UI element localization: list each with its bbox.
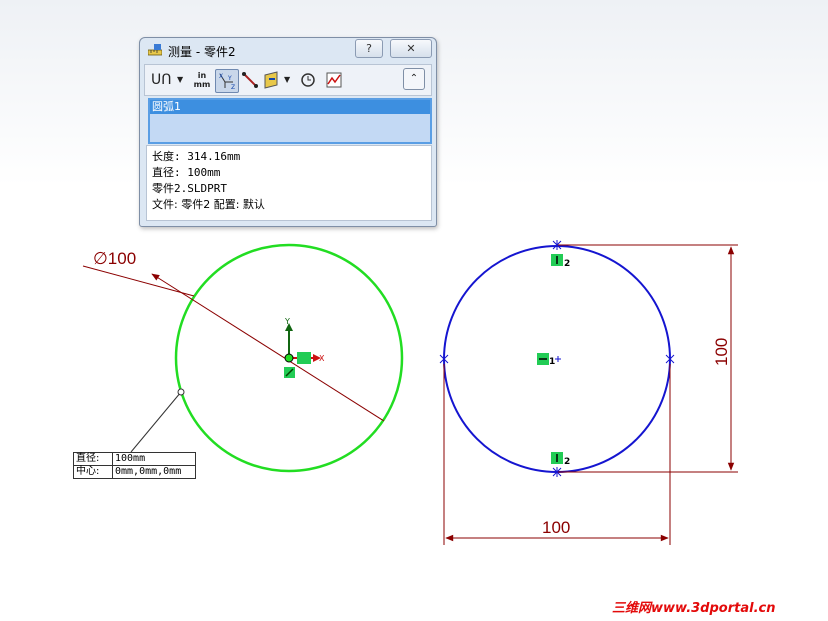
svg-text:Y: Y <box>227 75 232 82</box>
measure-callout: 直径: 100mm 中心: 0mm,0mm,0mm <box>73 452 196 479</box>
point-to-point-icon[interactable] <box>241 69 259 91</box>
callout-center-label: 中心: <box>76 466 100 477</box>
diameter-dimension-text[interactable]: ∅100 <box>93 249 136 268</box>
callout-center-value: 0mm,0mm,0mm <box>112 466 181 478</box>
measure-results: 长度: 314.16mm 直径: 100mm 零件2.SLDPRT 文件: 零件… <box>146 145 432 221</box>
relation-2-bottom-label: 2 <box>564 457 570 467</box>
callout-anchor <box>177 388 185 396</box>
result-diameter: 直径: 100mm <box>152 166 221 179</box>
arc-circle-options-icon[interactable]: ᑌᑎ <box>151 69 172 91</box>
result-length: 长度: 314.16mm <box>152 150 241 163</box>
dropdown-arrow-icon[interactable]: ▼ <box>177 69 183 91</box>
projection-dropdown-icon[interactable]: ▼ <box>284 69 290 91</box>
close-button[interactable]: ✕ <box>390 39 432 58</box>
units-top-label: in <box>197 71 207 80</box>
origin-triad: Y X <box>284 317 325 378</box>
svg-text:X: X <box>219 73 223 80</box>
result-file: 文件: 零件2 配置: 默认 <box>152 198 265 211</box>
help-button[interactable]: ? <box>355 39 383 58</box>
relation-2-top-label: 2 <box>564 259 570 269</box>
selection-list[interactable]: 圆弧1 <box>148 98 432 144</box>
history-icon[interactable] <box>299 69 317 91</box>
callout-leader <box>130 391 182 453</box>
measure-dialog[interactable]: 测量 - 零件2 ? ✕ ᑌᑎ ▼ in mm XYZ ▼ ⌃ 圆弧1 长度: … <box>139 37 437 227</box>
horizontal-dimension-text[interactable]: 100 <box>542 518 570 537</box>
relation-vertical-bottom[interactable]: 2 <box>551 452 570 467</box>
relation-vertical-top[interactable]: 2 <box>551 254 570 269</box>
units-bottom-label: mm <box>193 80 211 89</box>
measure-toolbar: ᑌᑎ ▼ in mm XYZ ▼ ⌃ <box>144 64 432 96</box>
projection-icon[interactable] <box>263 69 281 91</box>
xyz-measure-icon[interactable]: XYZ <box>215 69 239 93</box>
triad-y-label: Y <box>284 317 290 326</box>
sensor-icon[interactable] <box>325 69 343 91</box>
selection-item[interactable]: 圆弧1 <box>150 100 430 114</box>
watermark: 三维网www.3dportal.cn <box>612 601 776 616</box>
triad-x-label: X <box>319 354 325 363</box>
measure-tool-icon <box>148 44 162 56</box>
relation-center[interactable]: 1 <box>537 353 561 367</box>
diameter-dimension-line[interactable] <box>151 273 385 422</box>
svg-text:Z: Z <box>231 84 235 91</box>
dialog-title-bar[interactable]: 测量 - 零件2 ? ✕ <box>140 38 436 62</box>
units-precision-icon[interactable]: in mm <box>193 69 211 93</box>
diameter-leader <box>82 265 195 297</box>
vertical-dimension-text[interactable]: 100 <box>712 338 731 366</box>
callout-diameter-label: 直径: <box>76 453 100 464</box>
dialog-title: 测量 - 零件2 <box>168 45 236 59</box>
relation-1-label: 1 <box>549 357 555 367</box>
collapse-button[interactable]: ⌃ <box>403 68 425 90</box>
callout-diameter-value: 100mm <box>112 453 145 465</box>
result-part: 零件2.SLDPRT <box>152 182 227 195</box>
